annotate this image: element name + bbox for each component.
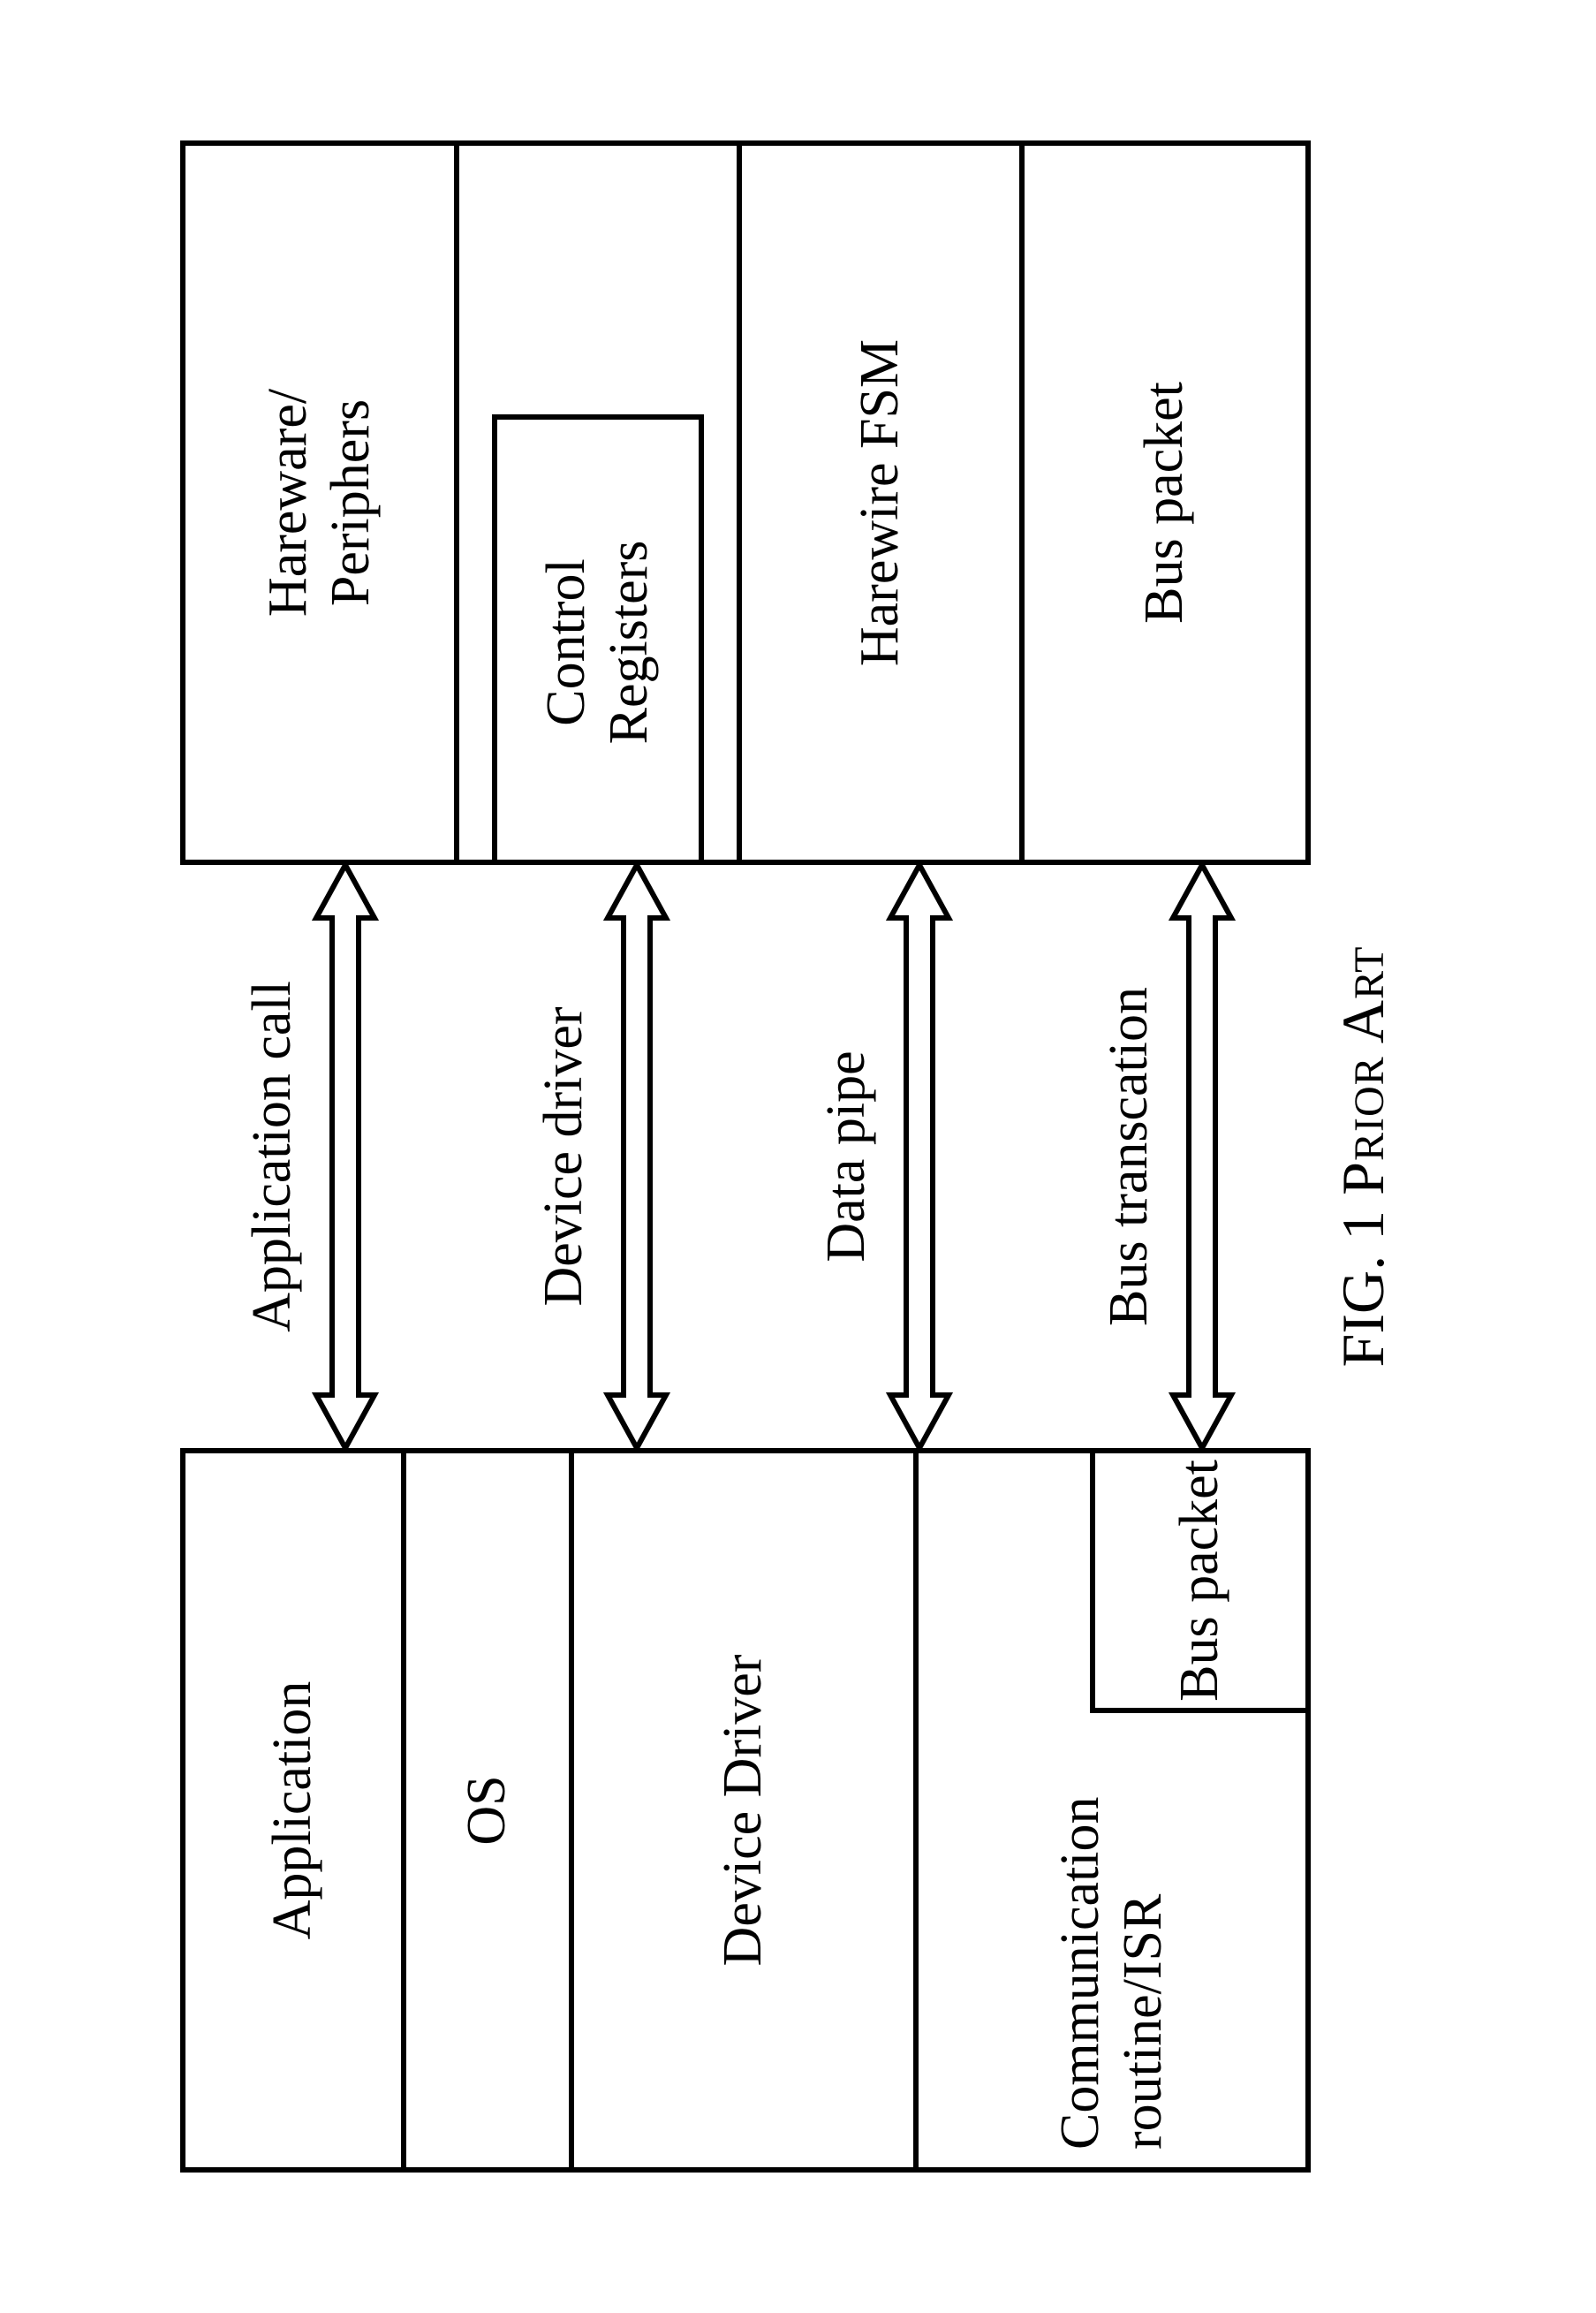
arrow-device-driver: Device driver <box>533 865 671 1448</box>
arrow-data-pipe: Data pipe <box>816 865 954 1448</box>
label-application: Application <box>261 1681 324 1940</box>
label-device-driver: Device Driver <box>712 1655 775 1967</box>
box-control-registers: Control Registers <box>492 414 704 865</box>
hardware-stack: Hareware/ Periphers Control Registers Ha… <box>180 140 1311 865</box>
label-arrow-application-call: Application call <box>242 865 302 1448</box>
label-bus-packet-left: Bus packet <box>1169 1460 1231 1702</box>
double-arrow-icon <box>602 865 671 1448</box>
arrow-bus-transaction: Bus transcation <box>1099 865 1237 1448</box>
label-hardware-periphers: Hareware/ Periphers <box>256 389 382 617</box>
label-comm-routine: Communication routine/ISR <box>1048 1743 1175 2150</box>
label-arrow-data-pipe: Data pipe <box>816 865 876 1448</box>
label-arrow-bus-transaction: Bus transcation <box>1099 865 1159 1448</box>
box-comm-routine: Communication routine/ISR Bus packet <box>919 1453 1305 2167</box>
double-arrow-icon <box>1168 865 1237 1448</box>
box-harewire-fsm: Harewire FSM <box>742 146 1025 860</box>
figure-caption: FIG. 1 Prior Art <box>1328 140 1398 2173</box>
double-arrow-icon <box>885 865 954 1448</box>
label-arrow-device-driver: Device driver <box>533 865 594 1448</box>
box-bus-packet-right: Bus packet <box>1025 146 1305 860</box>
box-os: OS <box>406 1453 574 2167</box>
arrow-zone: Application call Device driver Data pipe… <box>180 865 1311 1448</box>
label-control-registers: Control Registers <box>534 474 661 810</box>
caption-prior-art: Prior Art <box>1329 946 1396 1195</box>
label-os: OS <box>456 1775 518 1845</box>
box-bus-packet-left: Bus packet <box>1090 1448 1311 1713</box>
label-bus-packet-right: Bus packet <box>1133 382 1196 624</box>
arrow-application-call: Application call <box>242 865 380 1448</box>
box-application: Application <box>185 1453 406 2167</box>
diagram-content: Application OS Device Driver Communicati… <box>180 140 1417 2173</box>
label-harewire-fsm: Harewire FSM <box>849 339 911 666</box>
software-stack: Application OS Device Driver Communicati… <box>180 1448 1311 2173</box>
box-device-driver: Device Driver <box>574 1453 919 2167</box>
box-hardware-periphers: Hareware/ Periphers <box>185 146 459 860</box>
box-control-registers-row: Control Registers <box>459 146 742 860</box>
double-arrow-icon <box>311 865 380 1448</box>
diagram-wrapper: Application OS Device Driver Communicati… <box>180 140 1417 2173</box>
caption-fig: FIG. 1 <box>1329 1195 1396 1368</box>
